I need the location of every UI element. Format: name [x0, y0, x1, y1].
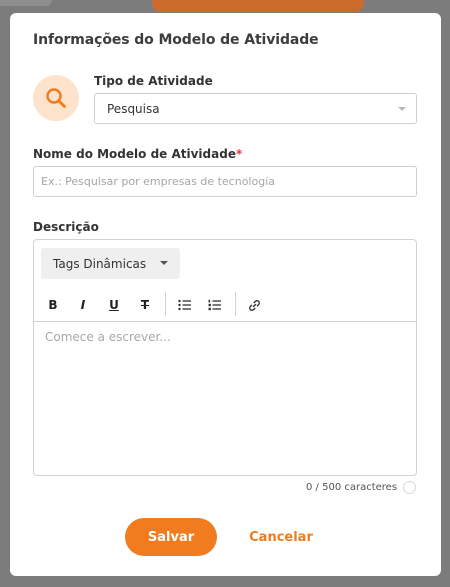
- link-icon: [248, 299, 260, 311]
- activity-type-icon-badge: [33, 75, 79, 121]
- background-button: [152, 0, 364, 12]
- toolbar-divider: [165, 292, 166, 316]
- chevron-down-icon: [398, 107, 406, 111]
- bullet-list-button[interactable]: [173, 293, 197, 317]
- italic-button[interactable]: I: [71, 293, 95, 317]
- template-name-input[interactable]: [33, 166, 417, 197]
- description-editor: Tags Dinâmicas B I U T Comece a escrever…: [33, 239, 417, 476]
- activity-type-label: Tipo de Atividade: [94, 74, 213, 88]
- save-button[interactable]: Salvar: [125, 518, 217, 556]
- template-name-label-text: Nome do Modelo de Atividade: [33, 147, 236, 161]
- search-icon: [46, 88, 66, 108]
- underline-button[interactable]: U: [102, 293, 126, 317]
- cancel-button[interactable]: Cancelar: [238, 518, 324, 556]
- editor-toolbar: B I U T: [34, 288, 416, 322]
- chevron-down-icon: [160, 261, 168, 265]
- description-textarea[interactable]: Comece a escrever...: [45, 330, 171, 344]
- modal-title: Informações do Modelo de Atividade: [33, 32, 319, 48]
- progress-ring-icon: [403, 481, 416, 494]
- required-mark: *: [235, 147, 243, 161]
- toolbar-divider: [235, 292, 236, 316]
- activity-type-select[interactable]: Pesquisa: [94, 93, 417, 124]
- bold-button[interactable]: B: [41, 293, 65, 317]
- template-name-label: Nome do Modelo de Atividade*: [33, 147, 242, 161]
- strikethrough-button[interactable]: T: [133, 293, 157, 317]
- activity-type-value: Pesquisa: [107, 101, 160, 116]
- numbered-list-button[interactable]: [203, 293, 227, 317]
- dynamic-tags-label: Tags Dinâmicas: [53, 256, 147, 271]
- activity-template-modal: Informações do Modelo de Atividade Tipo …: [10, 13, 441, 576]
- link-button[interactable]: [242, 293, 266, 317]
- dynamic-tags-button[interactable]: Tags Dinâmicas: [41, 248, 180, 279]
- description-label: Descrição: [33, 220, 99, 234]
- numbered-list-icon: [208, 299, 221, 311]
- character-counter: 0 / 500 caracteres: [306, 482, 398, 493]
- background-element: [0, 0, 52, 6]
- bullet-list-icon: [178, 299, 191, 311]
